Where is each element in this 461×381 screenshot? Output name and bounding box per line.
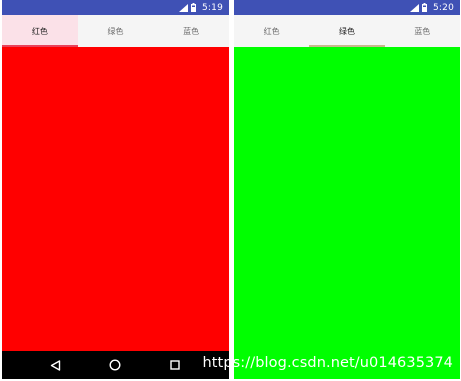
- tab-red[interactable]: 红色: [234, 15, 309, 47]
- phone-screen-right: 5:20 红色 绿色 蓝色: [234, 0, 460, 379]
- tab-blue[interactable]: 蓝色: [385, 15, 460, 47]
- back-icon: [51, 359, 61, 371]
- red-page-content: [2, 47, 229, 351]
- recents-button[interactable]: [168, 358, 182, 372]
- tab-blue[interactable]: 蓝色: [153, 15, 229, 47]
- nav-bar: [2, 351, 229, 379]
- tab-green[interactable]: 绿色: [309, 15, 385, 47]
- status-bar: 5:20: [234, 0, 460, 15]
- tab-bar: 红色 绿色 蓝色: [2, 15, 229, 47]
- tab-green-label: 绿色: [338, 26, 355, 36]
- green-page-content: [234, 47, 460, 379]
- tab-red[interactable]: 红色: [2, 15, 78, 47]
- status-bar: 5:19: [2, 0, 229, 15]
- battery-icon: [421, 3, 427, 12]
- battery-icon: [190, 3, 196, 12]
- tab-blue-label: 蓝色: [414, 26, 431, 36]
- home-icon: [109, 359, 121, 371]
- watermark-text: https://blog.csdn.net/u014635374: [202, 355, 453, 371]
- status-time: 5:19: [201, 2, 223, 13]
- back-button[interactable]: [49, 358, 63, 372]
- tab-green-label: 绿色: [107, 26, 124, 36]
- signal-icon: [409, 3, 419, 12]
- tab-red-label: 红色: [31, 26, 48, 36]
- status-time: 5:20: [432, 2, 454, 13]
- recents-icon: [170, 360, 180, 370]
- tab-red-label: 红色: [263, 26, 280, 36]
- tab-bar: 红色 绿色 蓝色: [234, 15, 460, 47]
- tab-green[interactable]: 绿色: [78, 15, 154, 47]
- home-button[interactable]: [108, 358, 122, 372]
- phone-screen-left: 5:19 红色 绿色 蓝色: [2, 0, 229, 379]
- tab-blue-label: 蓝色: [183, 26, 200, 36]
- signal-icon: [178, 3, 188, 12]
